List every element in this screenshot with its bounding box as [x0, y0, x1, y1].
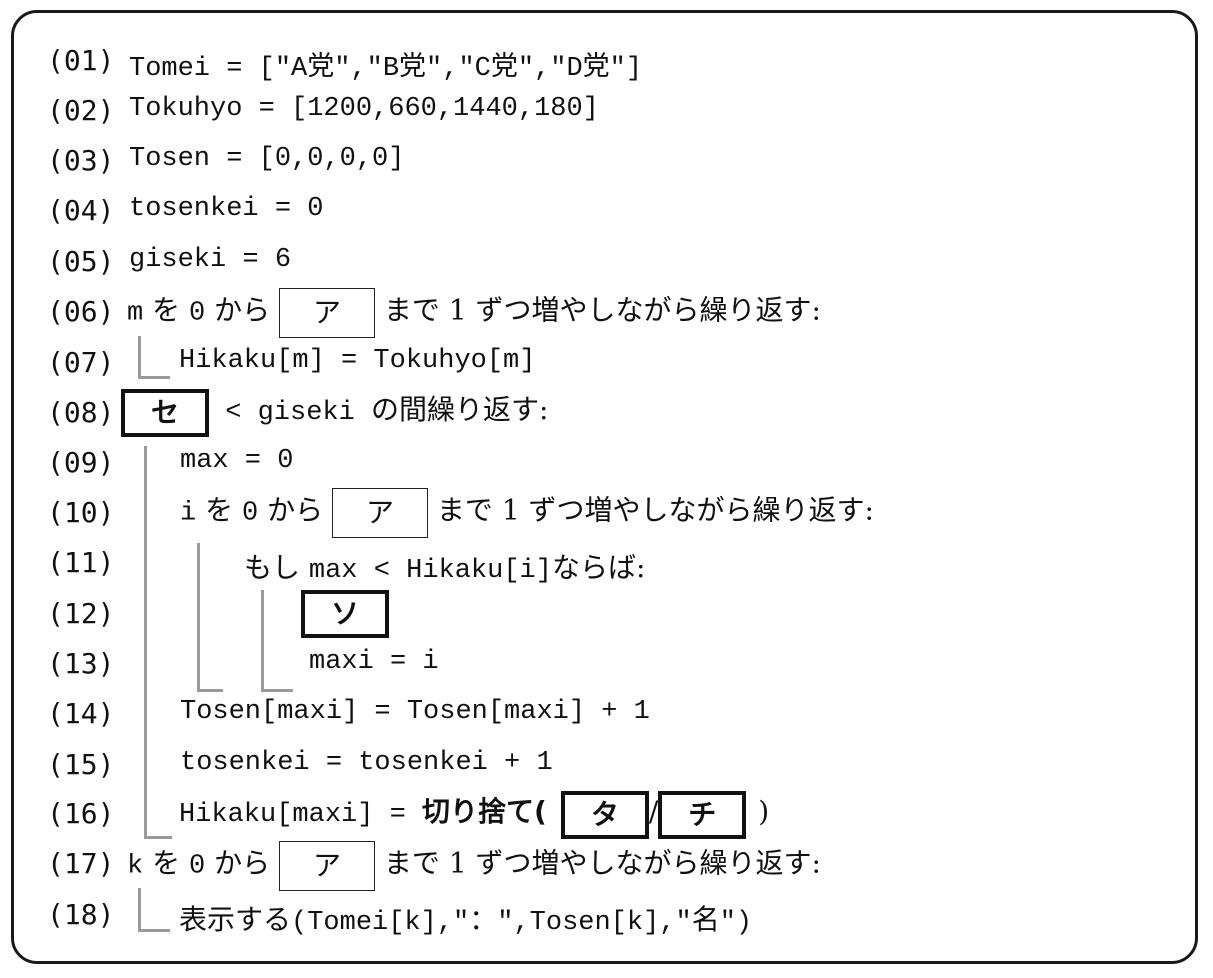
- blank-a-box: ア: [279, 288, 376, 338]
- code-line-17: k を 0 から ア まで 1 ずつ増やしながら繰り返す:: [127, 841, 821, 891]
- loop-particle: を: [196, 493, 243, 527]
- if-condition: max < Hikaku[i]: [308, 556, 552, 586]
- loop-start: 0: [189, 851, 206, 882]
- loop-start: 0: [242, 498, 259, 529]
- code-line-10: i を 0 から ア まで 1 ずつ増やしながら繰り返す:: [180, 488, 874, 538]
- code-line-06: m を 0 から ア まで 1 ずつ増やしながら繰り返す:: [127, 288, 821, 338]
- display-args: ",Tosen[k],": [497, 908, 692, 938]
- line-number: (06): [47, 295, 115, 328]
- block-rail-end: [138, 376, 170, 379]
- loop-rest: まで 1 ずつ増やしながら繰り返す:: [375, 846, 821, 880]
- line-number: (01): [47, 44, 115, 77]
- loop-rest: まで 1 ずつ増やしながら繰り返す:: [428, 493, 874, 527]
- loop-from: から: [205, 846, 280, 880]
- code-line-16: Hikaku[maxi] = 切り捨て( タ / チ): [179, 790, 769, 839]
- while-rail-end: [144, 836, 172, 839]
- code-line-08: セ < giseki の間繰り返す:: [121, 388, 548, 437]
- line-number: (15): [47, 748, 115, 781]
- blank-ta-box: タ: [560, 790, 649, 839]
- while-keyword: の間繰り返す:: [371, 393, 549, 426]
- code-line-09: max = 0: [180, 446, 294, 476]
- code-line-02: Tokuhyo = [1200,660,1440,180]: [129, 94, 599, 124]
- loop-rest: まで 1 ずつ増やしながら繰り返す:: [375, 293, 821, 327]
- loop-var: k: [127, 851, 144, 882]
- if-then: ならば:: [551, 551, 646, 584]
- line-number: (08): [47, 396, 115, 429]
- loop-from: から: [205, 293, 280, 327]
- code-line-01: Tomei = ["A党","B党","C党","D党"]: [129, 54, 643, 84]
- blank-a-box: ア: [332, 488, 429, 538]
- display-mei: 名: [691, 903, 720, 936]
- display-function: 表示する: [179, 903, 292, 936]
- line-number: (02): [47, 94, 115, 127]
- line-number: (16): [47, 797, 115, 830]
- line-number: (03): [47, 144, 115, 177]
- line-number: (11): [47, 546, 115, 579]
- line-number: (14): [47, 697, 115, 730]
- code-line-11: もし max < Hikaku[i]ならば:: [244, 546, 645, 586]
- code-line-07: Hikaku[m] = Tokuhyo[m]: [179, 346, 536, 376]
- line-number: (18): [47, 898, 115, 931]
- code-line-05: giseki = 6: [129, 245, 292, 275]
- code-line-03: Tosen = [0,0,0,0]: [129, 144, 405, 174]
- display-args: (Tomei[k],": [291, 908, 470, 938]
- loop-particle: を: [143, 846, 190, 880]
- floor-function: 切り捨て(: [422, 795, 547, 828]
- if-rail: [261, 590, 264, 692]
- while-condition: < giseki: [209, 398, 372, 428]
- blank-se-box: セ: [121, 388, 209, 437]
- line-number: (10): [47, 496, 115, 529]
- assign-target: Hikaku[maxi] =: [179, 800, 423, 830]
- line-number: (09): [47, 446, 115, 479]
- display-colon: ：: [469, 903, 498, 936]
- if-rail-end: [261, 689, 293, 692]
- loop-var: m: [127, 298, 144, 329]
- code-line-15: tosenkei = tosenkei + 1: [180, 748, 553, 778]
- if-keyword: もし: [244, 551, 309, 584]
- line-number: (13): [47, 647, 115, 680]
- loop-var: i: [180, 498, 197, 529]
- for-rail-end: [197, 689, 223, 692]
- blank-a-box: ア: [279, 841, 376, 891]
- while-rail: [144, 446, 147, 839]
- blank-chi-box: チ: [658, 790, 747, 839]
- display-args: "): [719, 908, 753, 938]
- line-number: (07): [47, 346, 115, 379]
- block-rail-end: [138, 929, 170, 932]
- code-line-12: ソ: [301, 590, 389, 638]
- loop-from: から: [258, 493, 333, 527]
- code-line-04: tosenkei = 0: [129, 194, 324, 224]
- loop-start: 0: [189, 298, 206, 329]
- close-paren: ): [758, 795, 770, 828]
- code-line-13: maxi = i: [309, 647, 439, 677]
- line-number: (17): [47, 847, 115, 880]
- code-line-18: 表示する(Tomei[k],"：",Tosen[k],"名"): [179, 898, 752, 938]
- line-number: (12): [47, 597, 115, 630]
- for-rail: [197, 543, 200, 692]
- blank-so-box: ソ: [301, 590, 389, 638]
- division-slash: /: [648, 795, 659, 828]
- loop-particle: を: [143, 293, 190, 327]
- line-number: (05): [47, 245, 115, 278]
- code-line-14: Tosen[maxi] = Tosen[maxi] + 1: [180, 697, 650, 727]
- block-rail: [138, 336, 141, 378]
- block-rail: [138, 888, 141, 932]
- line-number: (04): [47, 194, 115, 227]
